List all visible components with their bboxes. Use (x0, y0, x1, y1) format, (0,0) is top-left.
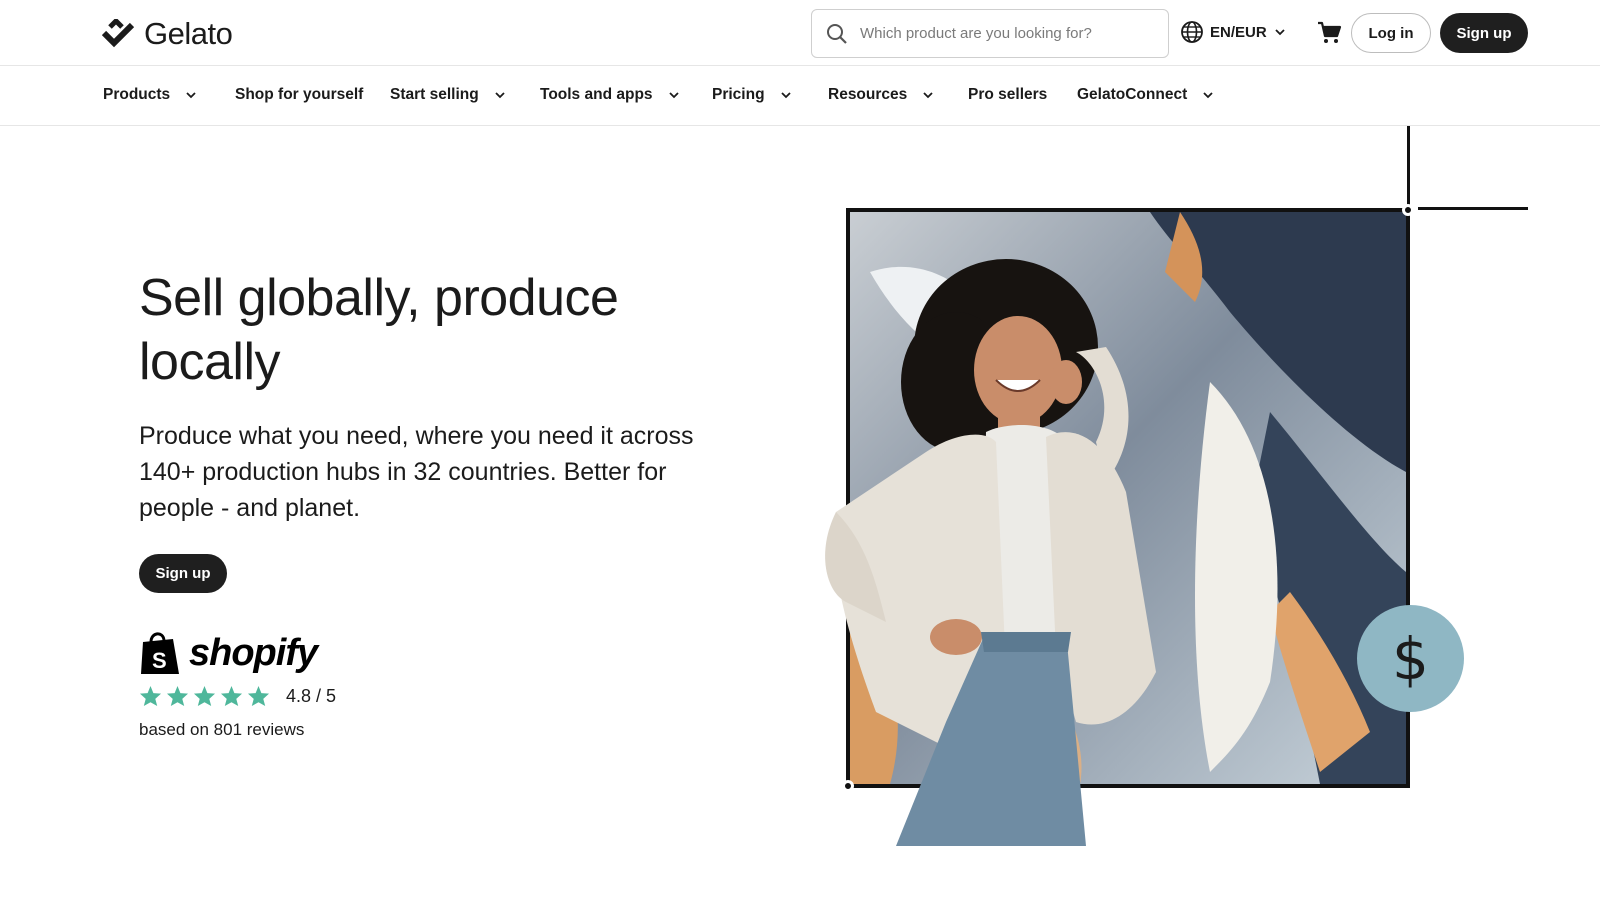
rating-value: 4.8 / 5 (286, 685, 337, 706)
login-button[interactable]: Log in (1351, 13, 1431, 53)
signup-button[interactable]: Sign up (1440, 13, 1528, 53)
chevron-down-icon (923, 92, 933, 99)
locale-selector[interactable]: EN/EUR (1180, 20, 1287, 44)
nav-item-label: Shop for yourself (235, 86, 364, 103)
svg-text:S: S (152, 648, 167, 673)
nav-item-tools-and-apps[interactable]: Tools and apps (540, 86, 681, 104)
review-count: based on 801 reviews (139, 720, 305, 739)
nav-item-start-selling[interactable]: Start selling (390, 86, 507, 104)
nav-item-gelatoconnect[interactable]: GelatoConnect (1077, 86, 1215, 104)
decor-dot-top (1402, 204, 1414, 216)
nav-item-resources[interactable]: Resources (828, 86, 935, 104)
nav-item-label: Products (103, 86, 171, 103)
cart-button[interactable] (1316, 20, 1342, 51)
star-icon (247, 685, 270, 707)
chevron-down-icon (495, 92, 505, 99)
nav-item-label: Pricing (712, 86, 765, 103)
search-box[interactable] (811, 9, 1169, 58)
nav-item-products[interactable]: Products (103, 86, 198, 104)
hero-title: Sell globally, produce locally (139, 269, 619, 391)
star-icon (193, 685, 216, 707)
star-icon (139, 685, 162, 707)
nav-item-label: Pro sellers (968, 86, 1048, 103)
model-photo (806, 252, 1226, 851)
nav-item-pro-sellers[interactable]: Pro sellers (968, 86, 1047, 104)
chevron-down-icon (780, 92, 791, 99)
nav-item-pricing[interactable]: Pricing (712, 86, 793, 104)
hero-subtitle: Produce what you need, where you need it… (139, 422, 694, 522)
brand-logo[interactable]: Gelato (102, 16, 233, 52)
search-input[interactable] (860, 25, 1150, 42)
chevron-down-icon (1275, 29, 1285, 36)
chevron-down-icon (186, 92, 196, 99)
decor-dot-bottom (842, 780, 854, 792)
dollar-coin-icon: $ (1357, 605, 1464, 712)
decor-line-horizontal (1418, 207, 1528, 210)
smiling-woman-illustration (825, 259, 1156, 846)
chevron-down-icon (1203, 92, 1213, 99)
brand-name: Gelato (144, 16, 233, 51)
shopify-wordmark: shopify (189, 631, 318, 674)
nav-item-shop-for-yourself[interactable]: Shop for yourself (235, 86, 363, 104)
star-icon (220, 685, 243, 707)
top-bar: Gelato EN/EUR Log in Sign up (0, 0, 1600, 66)
rating-stars: 4.8 / 5 (139, 685, 336, 707)
nav-item-label: Start selling (390, 86, 479, 103)
gelato-logo-icon (102, 19, 134, 48)
main-nav: Products Shop for yourself Start selling… (0, 66, 1600, 126)
shopify-bag-icon: S (141, 632, 179, 674)
locale-label: EN/EUR (1210, 23, 1267, 41)
decor-line-vertical (1407, 126, 1410, 210)
globe-icon (1181, 21, 1203, 43)
nav-item-label: GelatoConnect (1077, 86, 1188, 103)
hero-signup-button[interactable]: Sign up (139, 554, 227, 593)
chevron-down-icon (668, 92, 679, 99)
nav-item-label: Resources (828, 86, 908, 103)
nav-item-label: Tools and apps (540, 86, 653, 103)
shopify-logo: S shopify (139, 630, 318, 676)
star-icon (166, 685, 189, 707)
cart-icon (1318, 21, 1342, 43)
search-icon (827, 23, 847, 44)
